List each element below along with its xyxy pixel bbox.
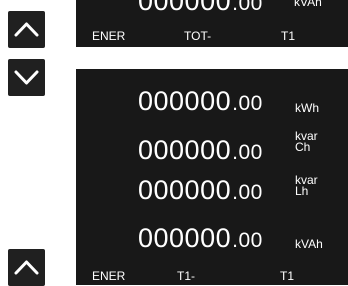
value-integer: 000000 (138, 223, 232, 253)
value-integer: 000000 (138, 175, 232, 205)
unit-label: kWh (295, 101, 319, 115)
chevron-up-icon (14, 260, 39, 275)
value-integer: 000000 (138, 86, 232, 116)
value-decimal: .00 (232, 141, 263, 164)
energy-value: 000000.00 (138, 225, 263, 254)
value-decimal: .00 (232, 181, 263, 204)
scroll-down-button[interactable] (8, 59, 45, 96)
unit-label: kVAh (294, 0, 322, 9)
scroll-up-button[interactable] (8, 11, 45, 48)
footer-right: T1 (280, 269, 295, 283)
footer-left: ENER (92, 269, 126, 283)
footer-mid: TOT- (184, 29, 212, 43)
value-decimal: .00 (232, 92, 263, 115)
footer-left: ENER (92, 29, 126, 43)
footer-right: T1 (281, 29, 296, 43)
chevron-up-icon (14, 22, 39, 37)
unit-label-bottom: Lh (295, 184, 309, 198)
energy-value: 000000.00 (138, 0, 263, 17)
energy-value: 000000.00 (138, 177, 263, 206)
value-integer: 000000 (138, 135, 232, 165)
unit-label-bottom: Ch (295, 140, 311, 154)
scroll-up-button-bottom[interactable] (8, 249, 45, 286)
chevron-down-icon (14, 70, 39, 85)
unit-label: kVAh (295, 237, 323, 251)
footer-mid: T1- (177, 269, 195, 283)
value-integer: 000000 (138, 0, 232, 16)
main-display-panel: 000000.00 kWh 000000.00 kvar Ch 000000.0… (76, 69, 348, 285)
energy-value: 000000.00 (138, 137, 263, 166)
top-display-panel: 000000.00 kVAh ENER TOT- T1 (76, 0, 348, 47)
value-decimal: .00 (232, 0, 263, 15)
energy-value: 000000.00 (138, 88, 263, 117)
value-decimal: .00 (232, 229, 263, 252)
